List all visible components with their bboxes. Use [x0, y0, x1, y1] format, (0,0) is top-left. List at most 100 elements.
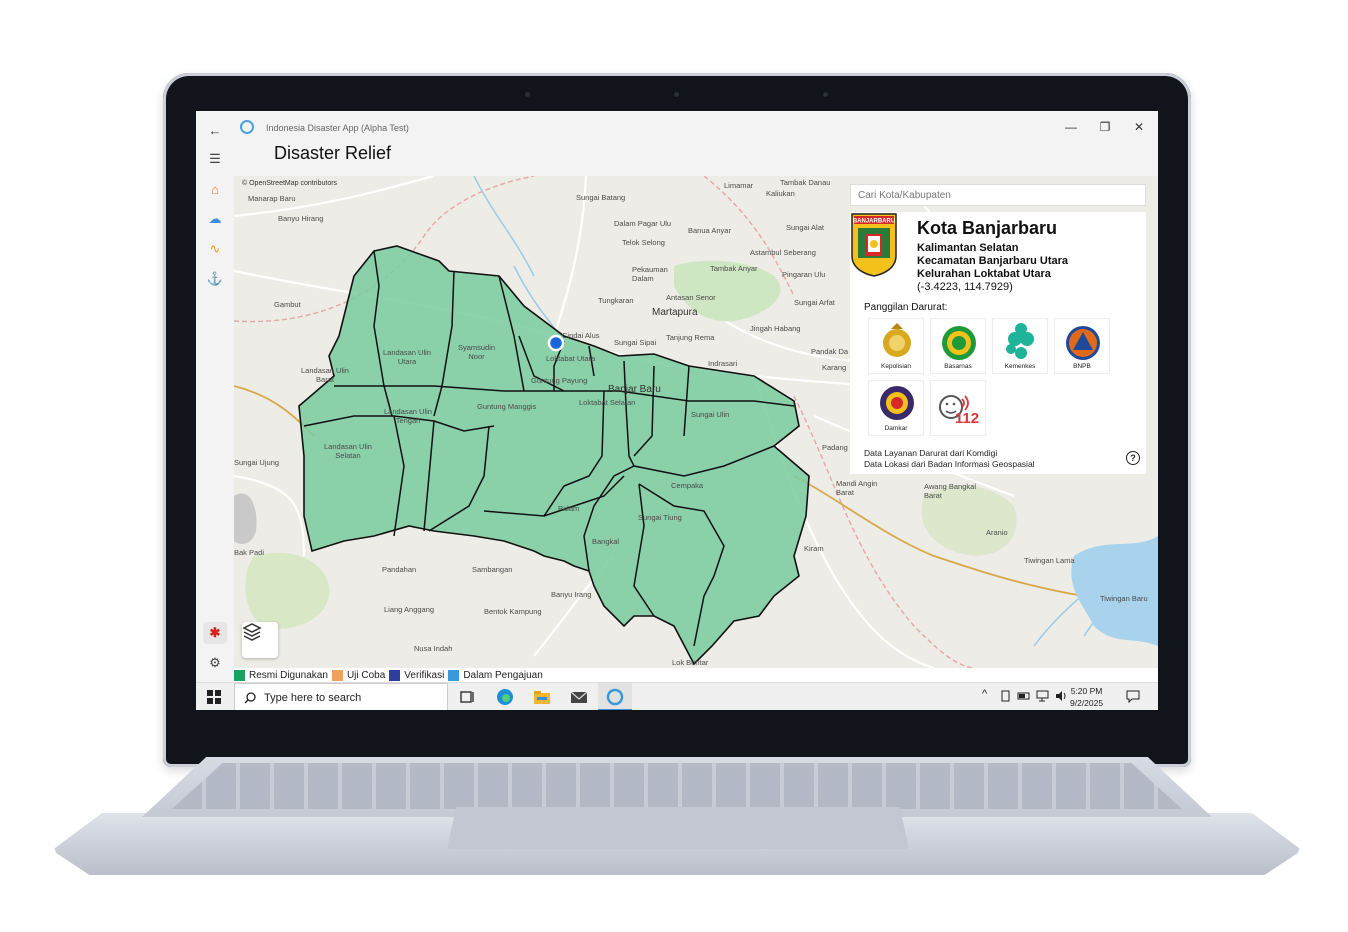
- crest-text: BANJARBARU: [853, 219, 895, 225]
- bnpb-icon: [1066, 326, 1100, 360]
- cloud-icon[interactable]: ☁: [203, 208, 227, 230]
- laptop-base: [52, 757, 1302, 875]
- source-note: Data Layanan Darurat dari Komdigi: [864, 448, 998, 458]
- map-label: Cindai Alus: [562, 331, 600, 340]
- map-label: Aranio: [986, 528, 1008, 537]
- notification-icon[interactable]: [1126, 689, 1140, 703]
- clock-date: 9/2/2025: [1070, 698, 1104, 708]
- legend-label: Resmi Digunakan: [249, 669, 328, 681]
- map-legend: Resmi Digunakan Uji Coba Verifikasi Dala…: [234, 668, 1158, 682]
- kelurahan-name: Kelurahan Loktabat Utara: [917, 268, 1051, 280]
- map-label: Tungkaran: [598, 296, 634, 305]
- bnpb-button[interactable]: BNPB: [1054, 318, 1110, 374]
- sensor-dot: [525, 92, 530, 97]
- basarnas-button[interactable]: Basarnas: [930, 318, 986, 374]
- map-label: Loktabat Selatan: [579, 398, 636, 407]
- sensor-dot: [823, 92, 828, 97]
- taskbar-search-input[interactable]: Type here to search: [234, 683, 448, 710]
- service-label: Damkar: [884, 425, 908, 432]
- map-label: Sungai Ulin: [691, 410, 730, 419]
- maximize-button[interactable]: ❐: [1090, 117, 1120, 137]
- map-label: Dalam Pagar Ulu: [614, 219, 672, 228]
- service-label: Basarnas: [944, 363, 972, 370]
- map-view[interactable]: © OpenStreetMap contributors Landasan Ul…: [234, 176, 1158, 668]
- map-label: Tambak Danau: [780, 178, 831, 187]
- map-label: Loktabat Utara: [546, 354, 596, 363]
- map-label: Kaliukan: [766, 189, 795, 198]
- map-label: Guntung Manggis: [477, 402, 537, 411]
- app-logo-icon: [240, 120, 254, 134]
- active-app-taskbar-item[interactable]: [598, 683, 632, 710]
- legend-item: Resmi Digunakan: [234, 669, 328, 681]
- help-icon[interactable]: ?: [1126, 451, 1140, 465]
- basarnas-icon: [942, 326, 976, 360]
- device-icon[interactable]: [999, 689, 1013, 703]
- network-icon[interactable]: [1036, 689, 1050, 703]
- mail-icon[interactable]: [570, 688, 588, 706]
- map-label: Sungai Tiung: [638, 513, 682, 522]
- anchor-icon[interactable]: ⚓: [203, 268, 227, 290]
- map-label: Nusa Indah: [414, 644, 453, 653]
- call-112-button[interactable]: 112: [930, 380, 986, 436]
- map-label: Limamar: [724, 181, 754, 190]
- minimize-button[interactable]: —: [1056, 117, 1086, 137]
- app-title: Indonesia Disaster App (Alpha Test): [266, 123, 409, 133]
- map-label: Tanjung Rema: [666, 333, 715, 342]
- current-location-marker[interactable]: [547, 334, 565, 352]
- police-button[interactable]: Kepolisian: [868, 318, 924, 374]
- legend-label: Verifikasi: [404, 669, 445, 681]
- map-label: Antasan Senor: [666, 293, 716, 302]
- map-label: Tiwingan Lama: [1024, 556, 1075, 565]
- map-label: Syamsudin Noor: [457, 343, 496, 361]
- volume-icon[interactable]: [1054, 689, 1068, 703]
- grey-area: [234, 493, 257, 544]
- taskbar-search-placeholder: Type here to search: [264, 692, 362, 704]
- star-icon[interactable]: ✱: [203, 622, 227, 644]
- damkar-icon: [880, 386, 914, 420]
- close-button[interactable]: ✕: [1124, 117, 1154, 137]
- map-label: Indrasari: [708, 359, 738, 368]
- taskbar: Type here to search ^ 5:20 PM 9/2/2025: [196, 682, 1158, 710]
- legend-label: Dalam Pengajuan: [463, 669, 543, 681]
- layers-button[interactable]: [242, 622, 278, 658]
- map-label: Martapura: [652, 307, 698, 318]
- map-label: Sungai Arfat: [794, 298, 835, 307]
- back-arrow-icon[interactable]: ←: [203, 119, 227, 141]
- map-label: Bentok Kampung: [484, 607, 542, 616]
- green-area: [245, 552, 330, 629]
- legend-swatch: [448, 669, 460, 681]
- map-label: Pekauman Dalam: [632, 265, 668, 283]
- map-label: Sungai Batang: [576, 193, 626, 202]
- map-label: Awang Bangkal Barat: [924, 482, 976, 500]
- battery-icon[interactable]: [1017, 689, 1031, 703]
- search-input[interactable]: Cari Kota/Kabupaten: [850, 184, 1146, 206]
- windows-start-icon[interactable]: [207, 690, 221, 704]
- clock-time: 5:20 PM: [1070, 686, 1103, 696]
- keyboard: [172, 763, 1182, 809]
- tray-chevron-icon[interactable]: ^: [982, 688, 987, 700]
- map-label: Manarap Baru: [248, 194, 296, 203]
- hamburger-icon[interactable]: ☰: [203, 148, 227, 170]
- disaster-app-icon: [606, 688, 624, 706]
- pulse-icon[interactable]: ∿: [203, 238, 227, 260]
- home-icon[interactable]: ⌂: [203, 178, 227, 200]
- legend-item: Dalam Pengajuan: [448, 669, 543, 681]
- police-icon: [883, 323, 911, 357]
- touchpad: [447, 807, 909, 849]
- map-label: Liang Anggang: [384, 605, 435, 614]
- emergency-label: Panggilan Darurat:: [864, 302, 948, 313]
- file-explorer-icon[interactable]: [533, 688, 551, 706]
- kemenkes-button[interactable]: Kemenkes: [992, 318, 1048, 374]
- damkar-button[interactable]: Damkar: [868, 380, 924, 436]
- title-bar: Indonesia Disaster App (Alpha Test) — ❐ …: [234, 111, 1158, 143]
- legend-swatch: [331, 669, 343, 681]
- legend-label: Uji Coba: [346, 669, 386, 681]
- gear-icon[interactable]: ⚙: [203, 652, 227, 674]
- taskbar-clock[interactable]: 5:20 PM 9/2/2025: [1070, 685, 1103, 709]
- nav-rail: ← ☰ ⌂ ☁ ∿ ⚓ ✱ ⚙: [196, 111, 234, 682]
- city-name: Kota Banjarbaru: [917, 218, 1058, 238]
- edge-browser-icon[interactable]: [496, 688, 514, 706]
- map-label: Guntung Payung: [531, 376, 588, 385]
- task-view-icon[interactable]: [458, 688, 476, 706]
- map-attribution[interactable]: © OpenStreetMap contributors: [242, 180, 337, 187]
